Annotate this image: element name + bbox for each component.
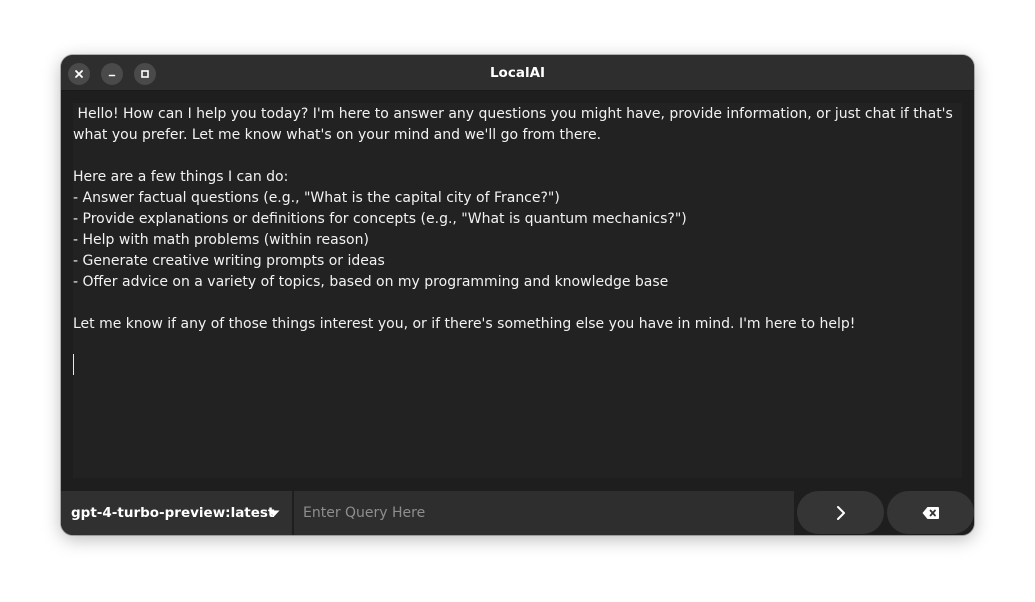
send-button[interactable]: [797, 491, 884, 534]
maximize-button[interactable]: [134, 63, 156, 85]
close-button[interactable]: [68, 63, 90, 85]
maximize-icon: [141, 70, 149, 78]
chat-output[interactable]: Hello! How can I help you today? I'm her…: [73, 103, 962, 478]
backspace-icon: [922, 506, 939, 519]
app-window: LocalAI Hello! How can I help you today?…: [61, 55, 974, 535]
text-cursor: [73, 354, 74, 375]
close-icon: [75, 70, 83, 78]
title-bar[interactable]: LocalAI: [61, 55, 974, 91]
window-title: LocalAI: [489, 65, 546, 81]
chevron-down-icon: [268, 510, 280, 517]
minimize-icon: [108, 74, 116, 77]
minimize-button[interactable]: [101, 63, 123, 85]
chevron-right-icon: [836, 505, 845, 520]
clear-button[interactable]: [887, 491, 974, 534]
response-text[interactable]: Hello! How can I help you today? I'm her…: [73, 103, 962, 478]
input-bar: gpt-4-turbo-preview:latest: [61, 490, 974, 535]
model-dropdown[interactable]: gpt-4-turbo-preview:latest: [61, 491, 292, 535]
model-dropdown-label: gpt-4-turbo-preview:latest: [71, 505, 275, 521]
query-input[interactable]: [294, 491, 794, 535]
